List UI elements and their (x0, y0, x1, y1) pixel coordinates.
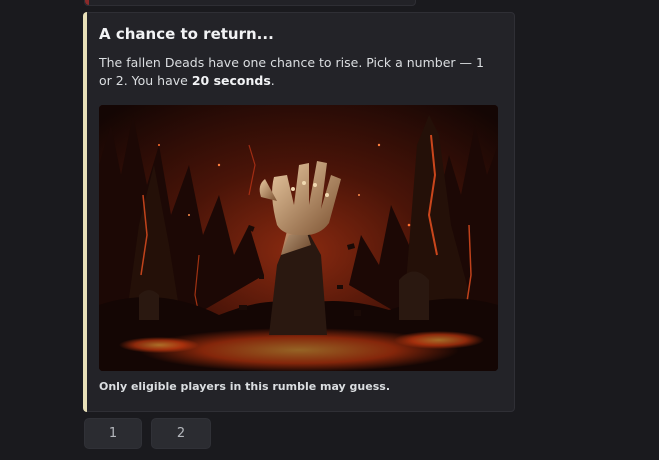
embed-footer: Only eligible players in this rumble may… (99, 380, 391, 393)
embed-card: A chance to return... The fallen Deads h… (83, 12, 515, 412)
embed-title: A chance to return... (99, 25, 274, 43)
embed-accent-bar (83, 12, 87, 412)
embed-description: The fallen Deads have one chance to rise… (99, 54, 499, 90)
embed-description-text: The fallen Deads have one chance to rise… (99, 55, 484, 88)
pick-number-1-button[interactable]: 1 (84, 418, 142, 449)
pick-number-2-button[interactable]: 2 (151, 418, 211, 449)
embed-description-end: . (270, 73, 275, 88)
embed-image[interactable] (99, 105, 498, 371)
previous-embed-accent (85, 0, 89, 5)
chat-view: A chance to return... The fallen Deads h… (0, 0, 659, 460)
embed-description-countdown: 20 seconds (191, 73, 271, 88)
skeleton-hand-hellscape-image (99, 105, 498, 371)
previous-embed (84, 0, 416, 6)
